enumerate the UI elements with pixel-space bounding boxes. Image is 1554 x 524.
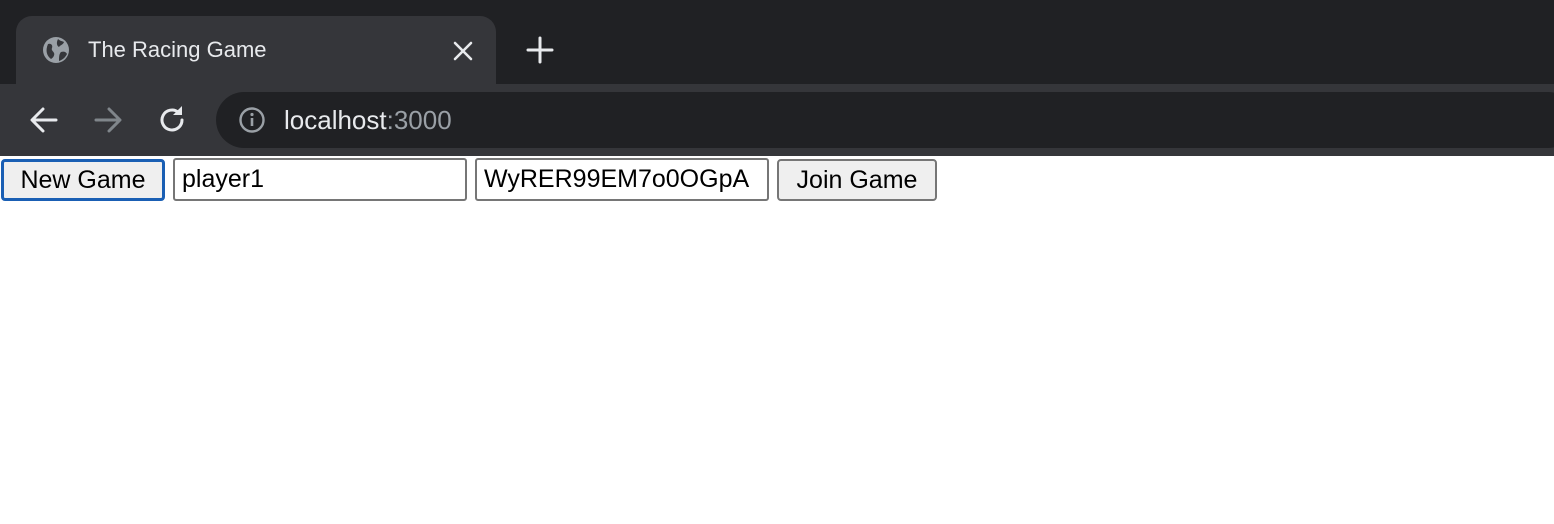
arrow-left-icon[interactable] bbox=[26, 102, 62, 138]
browser-toolbar: localhost:3000 bbox=[0, 84, 1554, 241]
globe-icon bbox=[43, 37, 69, 63]
url-text: localhost:3000 bbox=[284, 104, 452, 136]
tab-title: The Racing Game bbox=[88, 37, 267, 62]
info-icon[interactable] bbox=[238, 106, 266, 134]
page-content: New Game Join Game bbox=[0, 157, 1554, 524]
tab-strip: The Racing Game bbox=[0, 0, 1554, 84]
arrow-right-icon[interactable] bbox=[90, 102, 126, 138]
reload-icon[interactable] bbox=[154, 102, 190, 138]
plus-icon[interactable] bbox=[524, 34, 556, 66]
game-id-input[interactable] bbox=[475, 158, 769, 201]
tab-active[interactable]: The Racing Game bbox=[16, 16, 496, 84]
player-name-input[interactable] bbox=[173, 158, 467, 201]
new-game-button[interactable]: New Game bbox=[1, 159, 165, 201]
url-port: :3000 bbox=[386, 105, 452, 135]
close-icon[interactable] bbox=[450, 38, 476, 64]
join-game-button[interactable]: Join Game bbox=[777, 159, 937, 201]
url-host: localhost bbox=[284, 105, 387, 135]
address-bar[interactable]: localhost:3000 bbox=[216, 92, 1554, 148]
